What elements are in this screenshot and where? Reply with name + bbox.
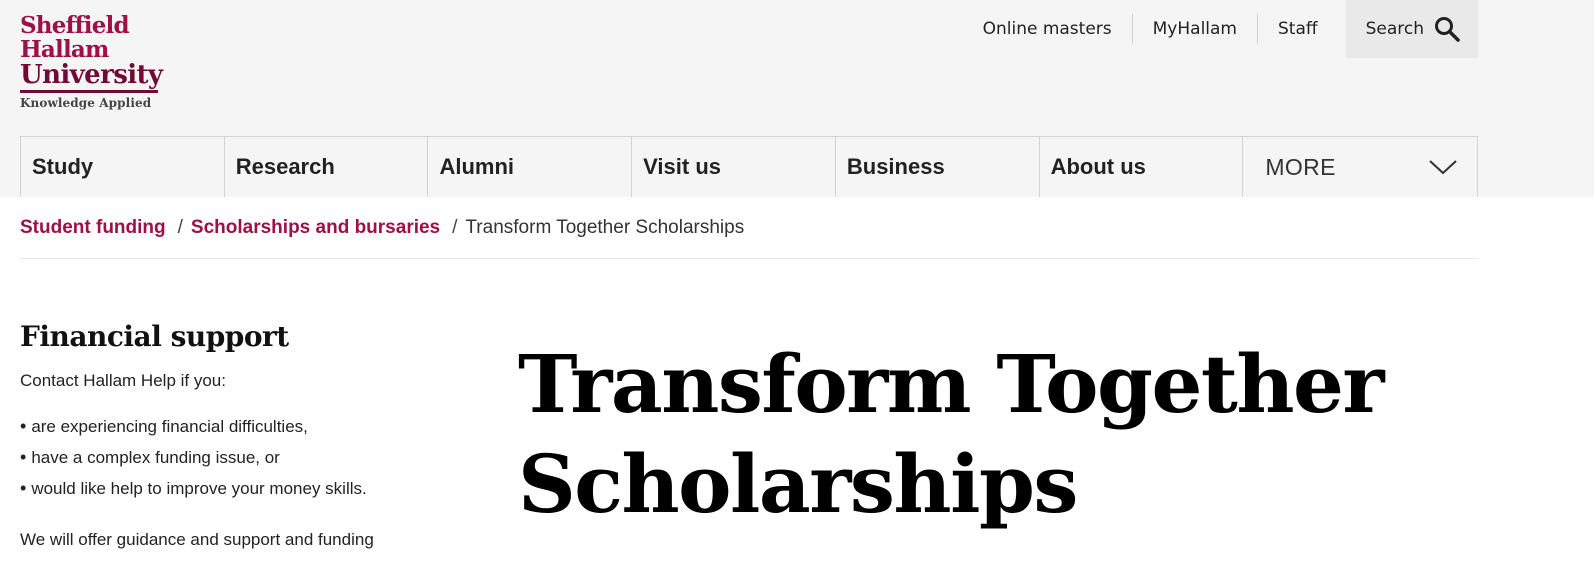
- list-item: would like help to improve your money sk…: [20, 473, 460, 504]
- nav-more-label: MORE: [1265, 153, 1336, 180]
- breadcrumb: Student funding / Scholarships and bursa…: [20, 210, 1478, 259]
- nav-visit-us[interactable]: Visit us: [632, 137, 836, 197]
- online-masters-link[interactable]: Online masters: [963, 0, 1132, 58]
- breadcrumb-student-funding[interactable]: Student funding: [20, 217, 166, 239]
- chevron-down-icon: [1429, 160, 1457, 175]
- sidebar-intro: Contact Hallam Help if you:: [20, 371, 226, 390]
- logo-line-3: University: [20, 60, 163, 90]
- breadcrumb-separator: /: [177, 217, 183, 238]
- nav-alumni[interactable]: Alumni: [428, 137, 633, 197]
- breadcrumb-separator: /: [452, 217, 458, 238]
- main-nav: Study Research Alumni Visit us Business …: [20, 136, 1478, 197]
- page-title-line-2: Scholarships: [518, 437, 1078, 531]
- sidebar-title: Financial support: [20, 320, 289, 353]
- myhallam-link[interactable]: MyHallam: [1133, 0, 1257, 58]
- sidebar-list: are experiencing financial difficulties,…: [20, 411, 460, 504]
- search-label: Search: [1365, 19, 1424, 39]
- sidebar-more-text: We will offer guidance and support and f…: [20, 530, 374, 549]
- page-title: Transform Together Scholarships: [518, 334, 1418, 534]
- search-icon: [1435, 17, 1460, 42]
- nav-study[interactable]: Study: [21, 137, 225, 197]
- nav-business[interactable]: Business: [836, 137, 1040, 197]
- list-item: have a complex funding issue, or: [20, 442, 460, 473]
- nav-more-button[interactable]: MORE: [1243, 137, 1477, 197]
- page-title-line-1: Transform Together: [518, 337, 1385, 431]
- breadcrumb-scholarships[interactable]: Scholarships and bursaries: [191, 217, 440, 239]
- logo-rule: [20, 90, 158, 93]
- breadcrumb-current: Transform Together Scholarships: [465, 217, 745, 238]
- search-button[interactable]: Search: [1345, 0, 1478, 58]
- logo-tagline: Knowledge Applied: [20, 96, 152, 110]
- nav-about-us[interactable]: About us: [1040, 137, 1244, 197]
- sidebar-financial-support: Financial support Contact Hallam Help if…: [20, 320, 460, 567]
- staff-link[interactable]: Staff: [1258, 0, 1338, 58]
- list-item: are experiencing financial difficulties,: [20, 411, 460, 442]
- logo-line-1: Sheffield: [20, 12, 130, 39]
- nav-research[interactable]: Research: [225, 137, 429, 197]
- logo-line-2: Hallam: [20, 36, 109, 63]
- university-logo[interactable]: Sheffield Hallam University Knowledge Ap…: [20, 14, 180, 110]
- utility-nav: Online masters MyHallam Staff Search: [963, 0, 1478, 58]
